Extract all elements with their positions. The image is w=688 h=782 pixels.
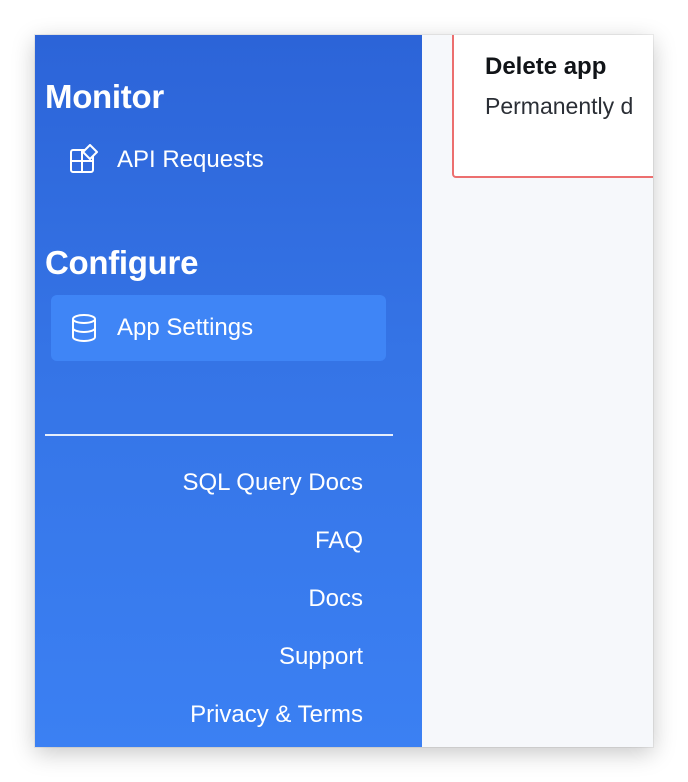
sidebar-item-app-settings[interactable]: App Settings	[51, 295, 386, 361]
api-requests-icon	[67, 143, 101, 177]
footer-link-privacy-terms[interactable]: Privacy & Terms	[190, 700, 363, 730]
app-window: Monitor API Requests Configure App Setti…	[35, 35, 653, 747]
main-content: Delete app Permanently d	[422, 35, 653, 747]
sidebar-divider	[45, 434, 393, 436]
delete-app-card: Delete app Permanently d	[452, 35, 653, 178]
footer-link-sql-query-docs[interactable]: SQL Query Docs	[182, 468, 363, 498]
footer-link-docs[interactable]: Docs	[308, 584, 363, 614]
footer-link-faq[interactable]: FAQ	[315, 526, 363, 556]
delete-app-description: Permanently d	[485, 93, 634, 119]
sidebar-item-label: API Requests	[117, 146, 264, 173]
sidebar: Monitor API Requests Configure App Setti…	[35, 35, 422, 747]
configure-section-title: Configure	[45, 244, 199, 281]
sidebar-item-api-requests[interactable]: API Requests	[51, 127, 386, 193]
monitor-section-title: Monitor	[45, 78, 164, 115]
footer-link-support[interactable]: Support	[279, 642, 363, 672]
delete-app-title: Delete app	[485, 53, 607, 80]
database-icon	[67, 311, 101, 345]
sidebar-item-label: App Settings	[117, 314, 254, 341]
